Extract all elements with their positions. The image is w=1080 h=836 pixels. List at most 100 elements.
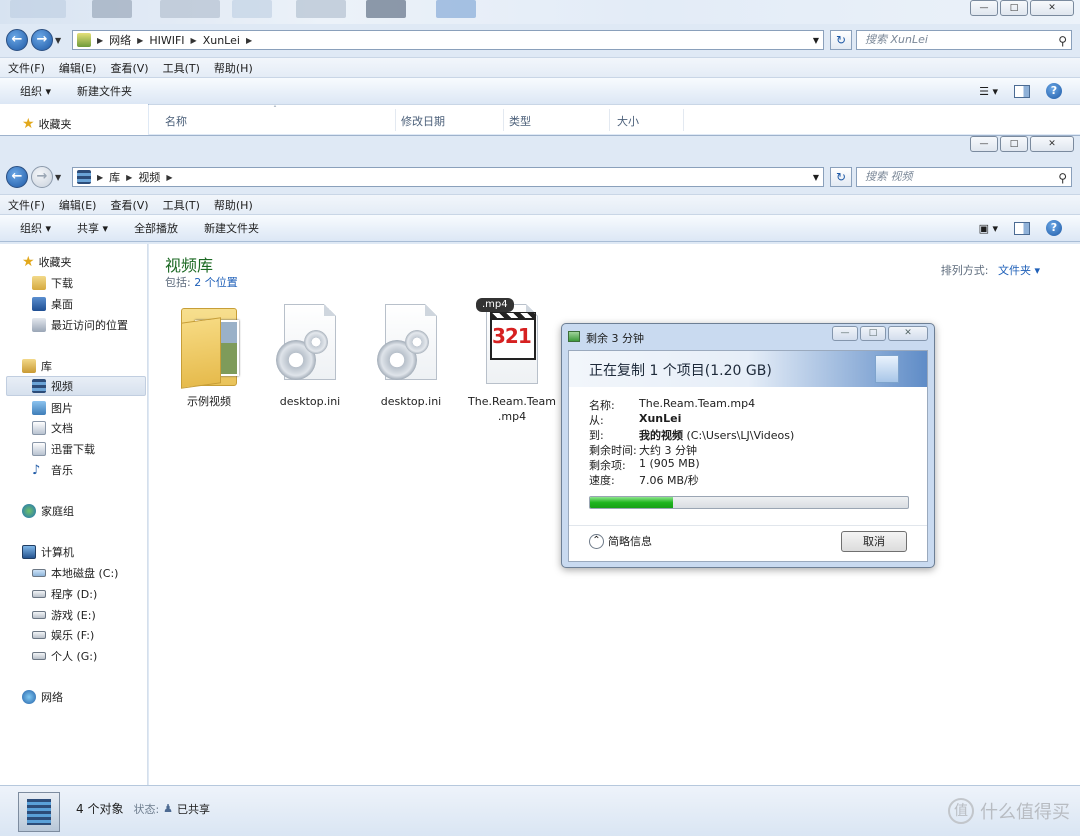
back-button[interactable]: ← bbox=[6, 29, 28, 51]
nav-favorites[interactable]: ★ 收藏夹 bbox=[22, 252, 72, 272]
organize-button[interactable]: 组织 ▾ bbox=[20, 83, 51, 99]
nav-drive-c[interactable]: 本地磁盘 (C:) bbox=[32, 563, 118, 583]
detail-key: 剩余项: bbox=[589, 459, 626, 472]
search-input[interactable]: 搜索 视频 ⚲ bbox=[856, 167, 1072, 187]
view-options-icon[interactable]: ▣ ▾ bbox=[979, 222, 998, 235]
back-button[interactable]: ← bbox=[6, 166, 28, 188]
address-bar[interactable]: ▶ 网络 ▶ HIWIFI ▶ XunLei ▶ ▼ bbox=[72, 30, 824, 50]
nav-documents[interactable]: 文档 bbox=[32, 418, 73, 438]
organize-button[interactable]: 组织 ▾ bbox=[20, 220, 51, 236]
nav-homegroup[interactable]: 家庭组 bbox=[22, 501, 74, 521]
breadcrumb-videos[interactable]: 视频 bbox=[138, 169, 160, 185]
address-bar[interactable]: ▶ 库 ▶ 视频 ▶ ▼ bbox=[72, 167, 824, 187]
preview-pane-icon[interactable] bbox=[1014, 221, 1030, 235]
help-icon[interactable]: ? bbox=[1046, 220, 1062, 236]
file-item-mp4[interactable]: .mp4 321 The.Ream.Team .mp4 bbox=[462, 298, 562, 424]
new-folder-button[interactable]: 新建文件夹 bbox=[204, 220, 259, 236]
file-item-desktop-ini[interactable]: desktop.ini bbox=[361, 300, 461, 409]
nav-music[interactable]: ♪ 音乐 bbox=[32, 460, 73, 480]
gear-icon bbox=[304, 330, 328, 354]
detail-speed: 速度: 7.06 MB/秒 bbox=[589, 472, 699, 488]
forward-button[interactable]: → bbox=[31, 166, 53, 188]
destination-link[interactable]: 我的视频 (C:\Users\LJ\Videos) bbox=[639, 427, 794, 443]
column-date[interactable]: 修改日期 bbox=[401, 113, 445, 129]
search-icon[interactable]: ⚲ bbox=[1058, 169, 1067, 187]
nav-libraries[interactable]: 库 bbox=[22, 356, 52, 376]
nav-computer[interactable]: 计算机 bbox=[22, 542, 74, 562]
menu-view[interactable]: 查看(V) bbox=[110, 197, 148, 213]
menu-help[interactable]: 帮助(H) bbox=[214, 60, 253, 76]
source-link[interactable]: XunLei bbox=[639, 412, 681, 428]
address-dropdown-icon[interactable]: ▼ bbox=[813, 173, 819, 182]
column-divider bbox=[609, 109, 610, 131]
nav-videos[interactable]: 视频 bbox=[6, 376, 146, 396]
view-options-icon[interactable]: ☰ ▾ bbox=[979, 85, 998, 98]
breadcrumb-libraries[interactable]: 库 bbox=[109, 169, 120, 185]
forward-button[interactable]: → bbox=[31, 29, 53, 51]
refresh-button[interactable]: ↻ bbox=[830, 167, 852, 187]
minimize-button[interactable]: — bbox=[832, 326, 858, 341]
file-item-sample-videos[interactable]: 示例视频 bbox=[159, 300, 259, 409]
menu-edit[interactable]: 编辑(E) bbox=[59, 197, 97, 213]
file-item-desktop-ini[interactable]: desktop.ini bbox=[260, 300, 360, 409]
breadcrumb-xunlei[interactable]: XunLei bbox=[203, 34, 240, 47]
breadcrumb-hiwifi[interactable]: HIWIFI bbox=[149, 34, 184, 47]
menu-file[interactable]: 文件(F) bbox=[8, 197, 45, 213]
nav-downloads[interactable]: 下载 bbox=[32, 273, 73, 293]
nav-thunder-downloads[interactable]: 迅雷下载 bbox=[32, 439, 95, 459]
breadcrumb-network[interactable]: 网络 bbox=[109, 32, 131, 48]
nav-drive-f[interactable]: 娱乐 (F:) bbox=[32, 625, 94, 645]
drive-icon bbox=[32, 611, 46, 619]
nav-drive-e[interactable]: 游戏 (E:) bbox=[32, 605, 96, 625]
nav-pictures[interactable]: 图片 bbox=[32, 398, 73, 418]
nav-desktop[interactable]: 桌面 bbox=[32, 294, 73, 314]
history-dropdown-icon[interactable]: ▼ bbox=[55, 173, 65, 182]
ghost-icon bbox=[296, 0, 346, 18]
includes-label: 包括: bbox=[165, 276, 191, 289]
menu-view[interactable]: 查看(V) bbox=[110, 60, 148, 76]
nav-label: 娱乐 (F:) bbox=[51, 629, 95, 642]
address-dropdown-icon[interactable]: ▼ bbox=[813, 36, 819, 45]
new-folder-button[interactable]: 新建文件夹 bbox=[77, 83, 132, 99]
includes-locations-link[interactable]: 2 个位置 bbox=[194, 276, 238, 289]
detail-items-remaining: 剩余项: 1 (905 MB) bbox=[589, 457, 700, 473]
nav-drive-g[interactable]: 个人 (G:) bbox=[32, 646, 97, 666]
column-type[interactable]: 类型 bbox=[509, 113, 531, 129]
copy-icon bbox=[568, 331, 580, 342]
history-dropdown-icon[interactable]: ▼ bbox=[55, 36, 65, 45]
menu-help[interactable]: 帮助(H) bbox=[214, 197, 253, 213]
column-name[interactable]: 名称 bbox=[165, 113, 187, 129]
minimize-button[interactable]: — bbox=[970, 136, 998, 152]
arrange-dropdown[interactable]: 文件夹 ▾ bbox=[998, 264, 1040, 277]
search-icon[interactable]: ⚲ bbox=[1058, 32, 1067, 50]
column-size[interactable]: 大小 bbox=[617, 113, 639, 129]
menu-tools[interactable]: 工具(T) bbox=[163, 197, 200, 213]
nav-network[interactable]: 网络 bbox=[22, 687, 63, 707]
refresh-button[interactable]: ↻ bbox=[830, 30, 852, 50]
nav-recent-places[interactable]: 最近访问的位置 bbox=[32, 315, 128, 335]
nav-label: 视频 bbox=[51, 380, 73, 393]
state-label: 状态: bbox=[133, 802, 160, 816]
nav-drive-d[interactable]: 程序 (D:) bbox=[32, 584, 97, 604]
minimize-button[interactable]: — bbox=[970, 0, 998, 16]
less-info-toggle[interactable]: ⌃ 简略信息 bbox=[589, 533, 652, 549]
search-input[interactable]: 搜索 XunLei ⚲ bbox=[856, 30, 1072, 50]
nav-label: 收藏夹 bbox=[38, 256, 72, 269]
help-icon[interactable]: ? bbox=[1046, 83, 1062, 99]
menu-tools[interactable]: 工具(T) bbox=[163, 60, 200, 76]
menu-file[interactable]: 文件(F) bbox=[8, 60, 45, 76]
preview-pane-icon[interactable] bbox=[1014, 84, 1030, 98]
share-button[interactable]: 共享 ▾ bbox=[77, 220, 108, 236]
nav-favorites[interactable]: ★ 收藏夹 bbox=[22, 114, 72, 134]
menu-edit[interactable]: 编辑(E) bbox=[59, 60, 97, 76]
window-controls: — □ ✕ bbox=[968, 0, 1074, 16]
maximize-button[interactable]: □ bbox=[1000, 0, 1028, 16]
maximize-button[interactable]: □ bbox=[1000, 136, 1028, 152]
close-button[interactable]: ✕ bbox=[888, 326, 928, 341]
breadcrumb-separator-icon: ▶ bbox=[245, 35, 253, 45]
close-button[interactable]: ✕ bbox=[1030, 136, 1074, 152]
play-all-button[interactable]: 全部播放 bbox=[134, 220, 178, 236]
close-button[interactable]: ✕ bbox=[1030, 0, 1074, 16]
progress-fill bbox=[590, 497, 673, 508]
cancel-button[interactable]: 取消 bbox=[841, 531, 907, 552]
